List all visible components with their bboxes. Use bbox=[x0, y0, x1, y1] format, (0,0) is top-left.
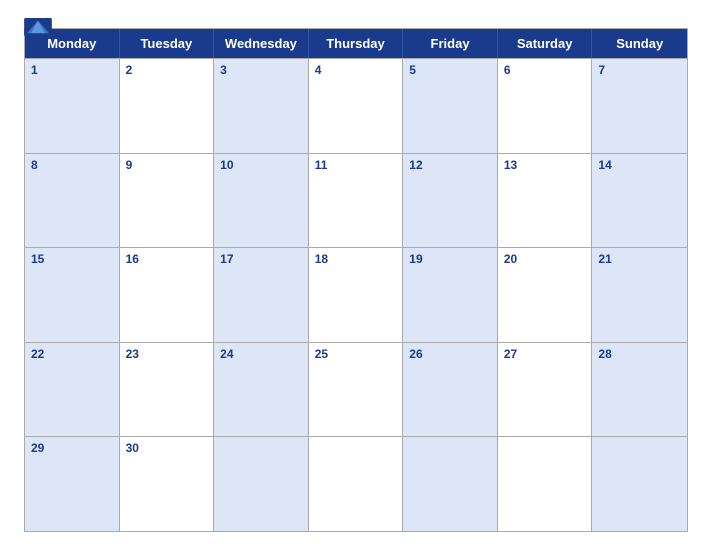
day-number: 14 bbox=[598, 158, 681, 172]
cal-cell bbox=[214, 437, 309, 531]
day-number: 29 bbox=[31, 441, 113, 455]
week-row-2: 89 10 11 12 13 14 bbox=[25, 153, 687, 248]
day-number: 17 bbox=[220, 252, 302, 266]
cal-cell: 2 bbox=[120, 59, 215, 153]
calendar-page: MondayTuesdayWednesdayThursdayFridaySatu… bbox=[0, 0, 712, 550]
day-number: 12 bbox=[409, 158, 491, 172]
day-number: 21 bbox=[598, 252, 681, 266]
calendar-body: 1234567891011121314151617181920212223242… bbox=[25, 58, 687, 531]
day-number: 22 bbox=[31, 347, 113, 361]
day-number: 3 bbox=[220, 63, 302, 77]
day-number: 24 bbox=[220, 347, 302, 361]
cal-cell: 21 bbox=[592, 248, 687, 342]
cal-cell: 19 bbox=[403, 248, 498, 342]
cal-cell bbox=[403, 437, 498, 531]
cal-cell: 20 bbox=[498, 248, 593, 342]
cal-cell bbox=[592, 437, 687, 531]
cal-cell: 3 bbox=[214, 59, 309, 153]
day-number: 1 bbox=[31, 63, 113, 77]
cal-cell: 23 bbox=[120, 343, 215, 437]
day-number: 19 bbox=[409, 252, 491, 266]
day-number: 26 bbox=[409, 347, 491, 361]
day-number: 7 bbox=[598, 63, 681, 77]
cal-cell: 14 bbox=[592, 154, 687, 248]
cal-cell: 15 bbox=[25, 248, 120, 342]
day-number: 15 bbox=[31, 252, 113, 266]
cal-cell: 29 bbox=[25, 437, 120, 531]
day-number: 9 bbox=[126, 158, 208, 172]
day-number: 5 bbox=[409, 63, 491, 77]
cal-cell: 13 bbox=[498, 154, 593, 248]
week-row-5: 29 30 bbox=[25, 436, 687, 531]
day-number: 27 bbox=[504, 347, 586, 361]
calendar-header-row: MondayTuesdayWednesdayThursdayFridaySatu… bbox=[25, 29, 687, 58]
week-row-4: 22 23 24 25 26 27 28 bbox=[25, 342, 687, 437]
cal-cell: 5 bbox=[403, 59, 498, 153]
day-number: 30 bbox=[126, 441, 208, 455]
cal-cell: 26 bbox=[403, 343, 498, 437]
cal-cell: 1 bbox=[25, 59, 120, 153]
day-number: 25 bbox=[315, 347, 397, 361]
cal-cell: 24 bbox=[214, 343, 309, 437]
header-day-friday: Friday bbox=[403, 29, 498, 58]
header-day-saturday: Saturday bbox=[498, 29, 593, 58]
cal-cell: 22 bbox=[25, 343, 120, 437]
calendar-grid: MondayTuesdayWednesdayThursdayFridaySatu… bbox=[24, 28, 688, 532]
cal-cell: 16 bbox=[120, 248, 215, 342]
day-number: 16 bbox=[126, 252, 208, 266]
cal-cell: 10 bbox=[214, 154, 309, 248]
cal-cell: 18 bbox=[309, 248, 404, 342]
cal-cell: 8 bbox=[25, 154, 120, 248]
cal-cell bbox=[309, 437, 404, 531]
day-number: 20 bbox=[504, 252, 586, 266]
day-number: 2 bbox=[126, 63, 208, 77]
day-number: 23 bbox=[126, 347, 208, 361]
day-number: 28 bbox=[598, 347, 681, 361]
cal-cell: 7 bbox=[592, 59, 687, 153]
cal-cell: 9 bbox=[120, 154, 215, 248]
logo-icon bbox=[24, 18, 52, 36]
cal-cell: 28 bbox=[592, 343, 687, 437]
cal-cell: 6 bbox=[498, 59, 593, 153]
cal-cell bbox=[498, 437, 593, 531]
cal-cell: 4 bbox=[309, 59, 404, 153]
header-day-tuesday: Tuesday bbox=[120, 29, 215, 58]
cal-cell: 27 bbox=[498, 343, 593, 437]
week-row-1: 1234567 bbox=[25, 58, 687, 153]
logo bbox=[24, 18, 52, 37]
cal-cell: 12 bbox=[403, 154, 498, 248]
header-day-thursday: Thursday bbox=[309, 29, 404, 58]
header-day-sunday: Sunday bbox=[592, 29, 687, 58]
header-day-wednesday: Wednesday bbox=[214, 29, 309, 58]
day-number: 4 bbox=[315, 63, 397, 77]
day-number: 6 bbox=[504, 63, 586, 77]
cal-cell: 17 bbox=[214, 248, 309, 342]
cal-cell: 30 bbox=[120, 437, 215, 531]
cal-cell: 25 bbox=[309, 343, 404, 437]
cal-cell: 11 bbox=[309, 154, 404, 248]
day-number: 10 bbox=[220, 158, 302, 172]
day-number: 8 bbox=[31, 158, 113, 172]
day-number: 18 bbox=[315, 252, 397, 266]
week-row-3: 15 16 17 18 19 20 21 bbox=[25, 247, 687, 342]
day-number: 13 bbox=[504, 158, 586, 172]
day-number: 11 bbox=[315, 158, 397, 172]
